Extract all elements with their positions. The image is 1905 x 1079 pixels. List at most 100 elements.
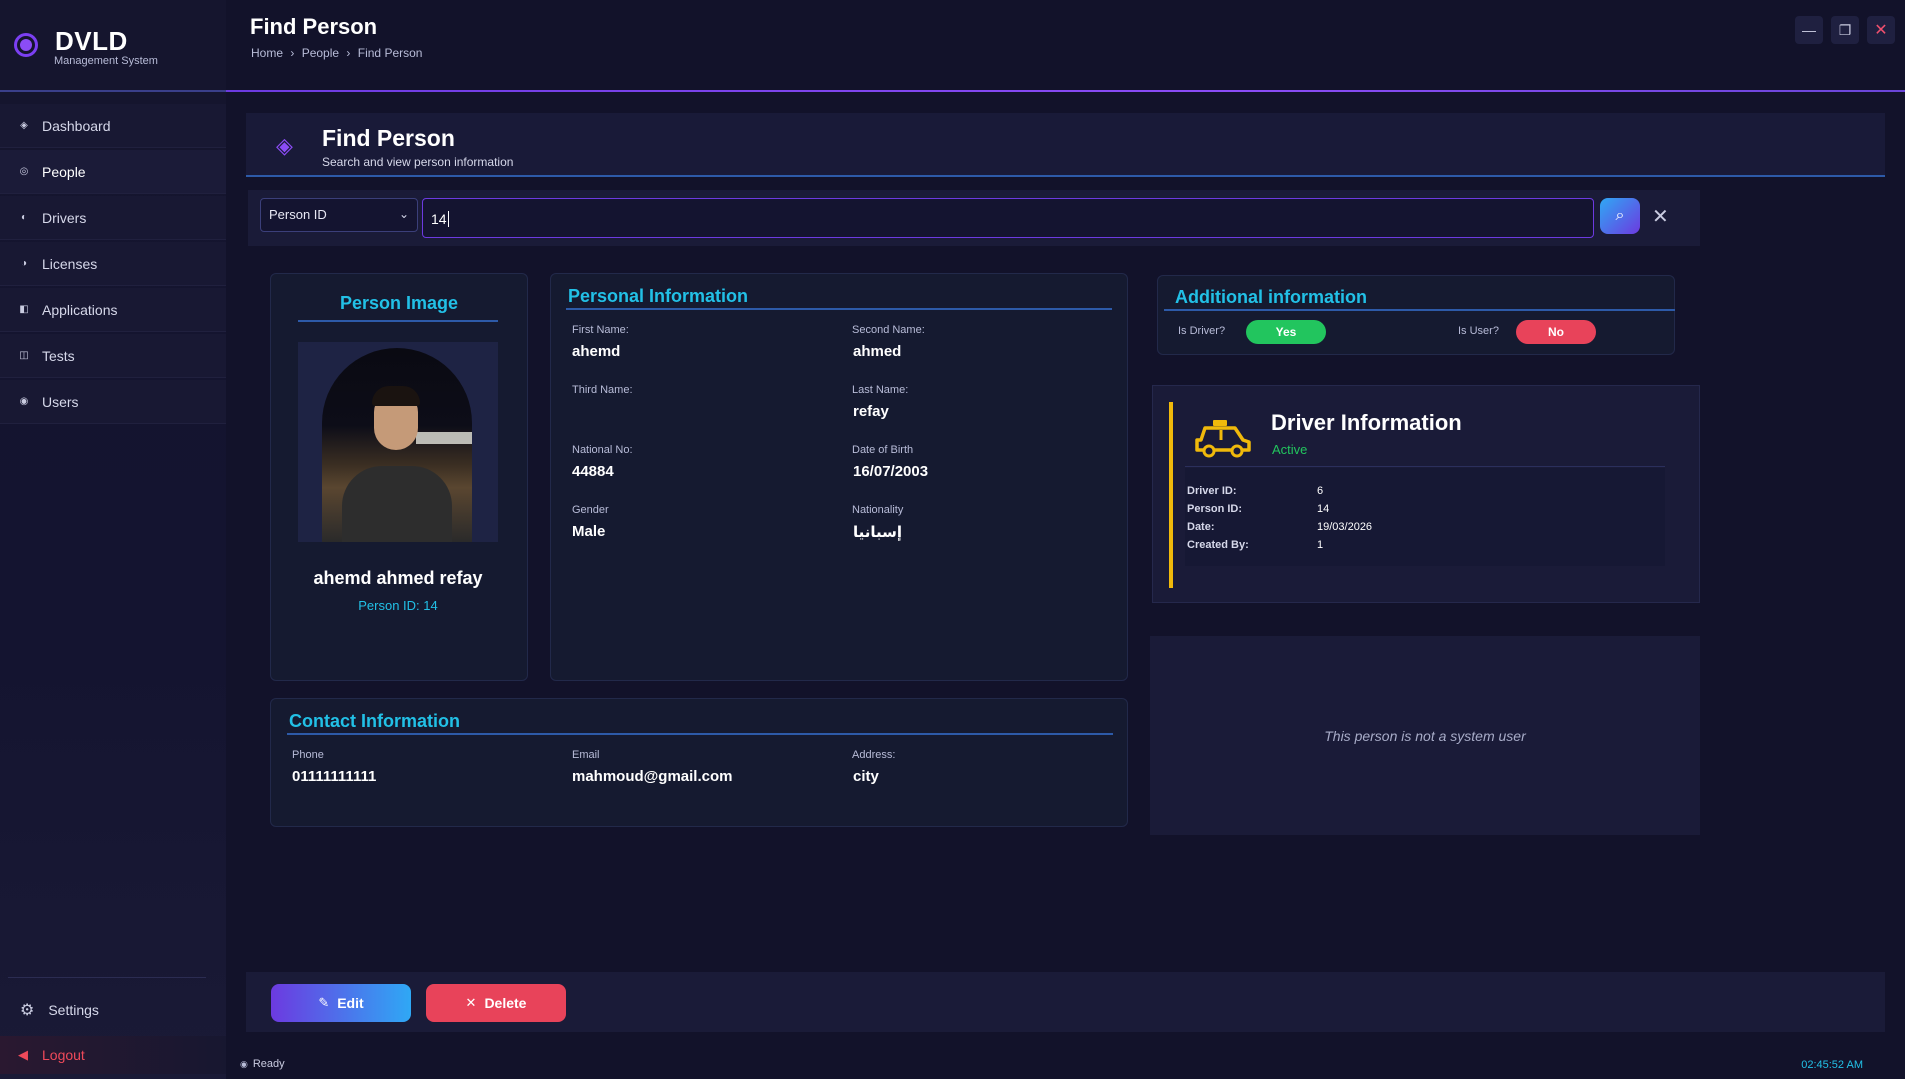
search-input-value: 14: [431, 211, 447, 227]
status-bar: ◉ Ready: [240, 1058, 285, 1070]
gear-icon: ⚙: [20, 1002, 35, 1019]
personal-info-title: Personal Information: [568, 286, 749, 306]
diamond-icon: ◈: [276, 133, 293, 158]
sidebar-item-label: People: [42, 163, 86, 180]
is-driver-label: Is Driver?: [1178, 325, 1226, 337]
photo-shirt: [342, 466, 452, 542]
settings-label: Settings: [48, 1002, 99, 1018]
is-user-label: Is User?: [1458, 325, 1499, 337]
restore-icon: ❐: [1838, 21, 1852, 38]
breadcrumb-home[interactable]: Home: [251, 46, 283, 60]
delete-button-label: Delete: [484, 995, 527, 1011]
action-bar: ✎ Edit ✕ Delete: [246, 972, 1885, 1032]
driver-info-card: Driver Information Active Driver ID: 6 P…: [1152, 385, 1700, 603]
dob-label: Date of Birth: [852, 444, 914, 456]
nationality-value: إسبانيا: [853, 524, 903, 541]
email-value: mahmoud@gmail.com: [572, 768, 733, 785]
page-banner: ◈ Find Person Search and view person inf…: [246, 113, 1885, 177]
second-name-value: ahmed: [853, 343, 902, 360]
sidebar-item-label: Dashboard: [42, 117, 111, 134]
driver-date-label: Date:: [1187, 521, 1215, 533]
brand-title: DVLD: [55, 26, 128, 56]
driver-accent-bar: [1169, 402, 1173, 588]
is-driver-badge: Yes: [1246, 320, 1326, 344]
brand: DVLD Management System: [0, 0, 226, 92]
banner-title: Find Person: [322, 125, 455, 151]
sidebar-item-label: Users: [42, 393, 79, 410]
national-no-value: 44884: [572, 463, 614, 480]
clear-search-button[interactable]: ✕: [1652, 204, 1669, 229]
sidebar-item-applications[interactable]: ◧ Applications: [0, 288, 226, 332]
pencil-icon: ✎: [318, 995, 330, 1010]
search-icon: ⌕: [1615, 207, 1625, 224]
logout-button[interactable]: ◀ Logout: [0, 1036, 226, 1074]
section-underline: [287, 733, 1113, 735]
phone-label: Phone: [292, 749, 324, 761]
tests-icon: ◫: [19, 350, 29, 361]
person-full-name: ahemd ahmed refay: [313, 568, 483, 588]
close-icon: ✕: [1652, 206, 1669, 228]
gender-value: Male: [572, 523, 606, 540]
sidebar-item-tests[interactable]: ◫ Tests: [0, 334, 226, 378]
maximize-button[interactable]: ❐: [1831, 16, 1859, 44]
second-name-label: Second Name:: [852, 324, 925, 336]
sidebar-item-dashboard[interactable]: ◈ Dashboard: [0, 104, 226, 148]
sidebar-item-settings[interactable]: ⚙ Settings: [20, 1000, 99, 1020]
breadcrumb-current: Find Person: [357, 46, 423, 60]
status-text: Ready: [252, 1058, 285, 1070]
applications-icon: ◧: [19, 304, 29, 315]
delete-button[interactable]: ✕ Delete: [426, 984, 566, 1022]
sidebar-nav: ◈ Dashboard ◎ People ◐ Drivers ◑ License…: [0, 104, 226, 426]
email-label: Email: [572, 749, 600, 761]
driver-person-id-label: Person ID:: [1187, 503, 1243, 515]
sidebar: DVLD Management System ◈ Dashboard ◎ Peo…: [0, 0, 226, 1079]
third-name-label: Third Name:: [572, 384, 633, 396]
section-underline: [1164, 309, 1675, 311]
personal-info-card: [550, 273, 1128, 681]
search-bar: Person ID ⌄ 14 ⌕ ✕: [248, 190, 1700, 246]
driver-person-id-value: 14: [1317, 503, 1330, 515]
nationality-label: Nationality: [852, 504, 904, 516]
brand-subtitle: Management System: [54, 55, 158, 67]
section-underline: [298, 320, 498, 322]
minimize-icon: —: [1802, 22, 1816, 38]
status-clock: 02:45:52 AM: [1801, 1059, 1863, 1071]
filter-select[interactable]: Person ID ⌄: [260, 198, 418, 232]
minimize-button[interactable]: —: [1795, 16, 1823, 44]
diamond-icon: ◈: [20, 120, 28, 131]
gender-label: Gender: [572, 504, 609, 516]
sidebar-divider: [8, 977, 206, 978]
edit-button[interactable]: ✎ Edit: [271, 984, 411, 1022]
text-cursor: [447, 211, 449, 227]
driver-created-by-label: Created By:: [1187, 539, 1249, 551]
driver-divider: [1185, 466, 1665, 467]
driver-date-value: 19/03/2026: [1317, 521, 1373, 533]
close-button[interactable]: ✕: [1867, 16, 1895, 44]
phone-value: 01111111111: [292, 768, 377, 785]
sidebar-item-users[interactable]: ◉ Users: [0, 380, 226, 424]
driver-details-table: [1185, 468, 1665, 566]
not-system-user-message: This person is not a system user: [1324, 728, 1526, 744]
search-button[interactable]: ⌕: [1600, 198, 1640, 234]
driver-id-value: 6: [1317, 485, 1324, 497]
drivers-icon: ◐: [20, 212, 28, 223]
header-divider: [226, 90, 1905, 92]
contact-info-title: Contact Information: [289, 711, 460, 731]
page-title: Find Person: [250, 14, 378, 39]
sidebar-item-label: Licenses: [42, 255, 98, 272]
search-input[interactable]: 14: [422, 198, 1594, 238]
sidebar-item-licenses[interactable]: ◑ Licenses: [0, 242, 226, 286]
sidebar-item-drivers[interactable]: ◐ Drivers: [0, 196, 226, 240]
filter-select-value: Person ID: [269, 207, 327, 222]
close-icon: ✕: [1874, 22, 1888, 39]
brand-logo-icon: [14, 33, 38, 57]
national-no-label: National No:: [572, 444, 633, 456]
breadcrumb-people[interactable]: People: [302, 46, 339, 60]
photo-background-light: [416, 432, 472, 444]
people-icon: ◎: [19, 166, 29, 177]
person-image-title: Person Image: [339, 293, 459, 313]
sidebar-item-label: Applications: [42, 301, 118, 318]
sidebar-item-people[interactable]: ◎ People: [0, 150, 226, 194]
users-icon: ◉: [19, 396, 29, 407]
person-photo-frame: [298, 342, 498, 542]
